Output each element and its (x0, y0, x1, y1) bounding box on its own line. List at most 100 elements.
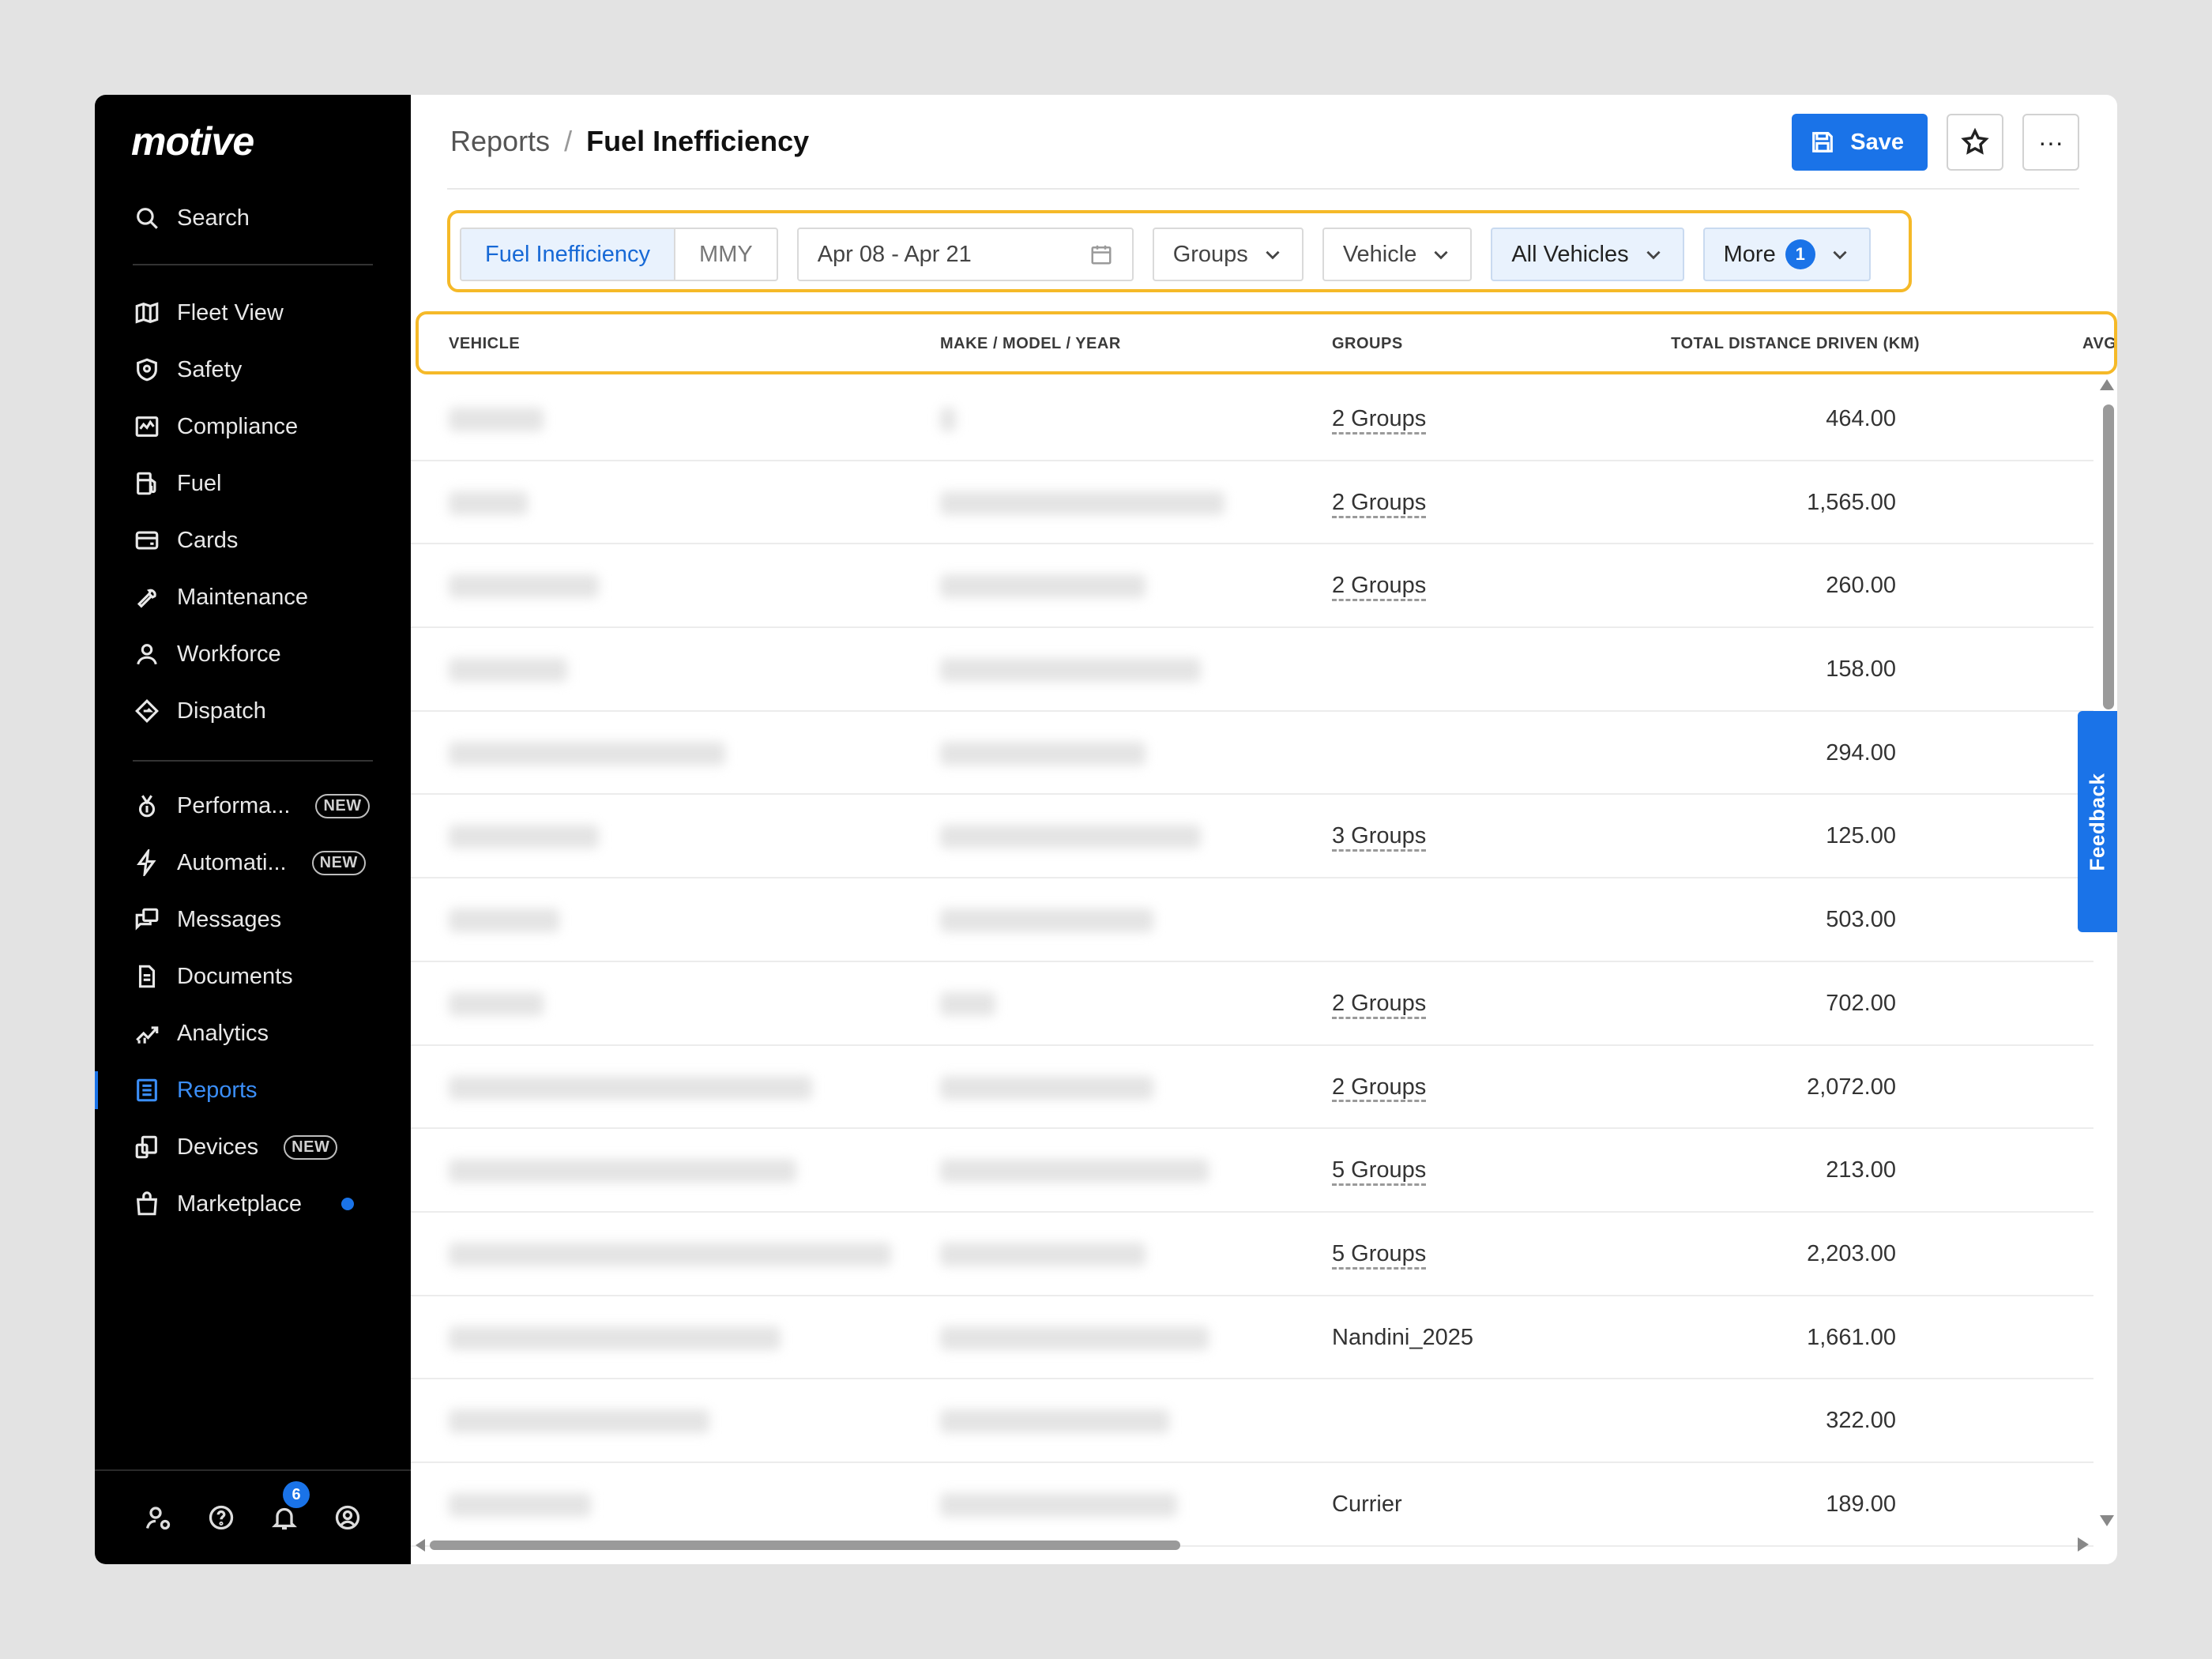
more-options-button[interactable]: ··· (2022, 114, 2079, 171)
tab-fuel-inefficiency[interactable]: Fuel Inefficiency (461, 229, 676, 280)
sidebar-item-documents[interactable]: Documents (95, 948, 411, 1005)
table-row[interactable]: 2 Groups 464.00 (411, 378, 2094, 461)
search-icon (133, 204, 161, 232)
redacted-make-model-year (940, 658, 1201, 683)
table-row[interactable]: 294.00 (411, 712, 2094, 796)
date-range-value: Apr 08 - Apr 21 (817, 241, 972, 267)
distance-cell: 158.00 (1826, 656, 1896, 683)
sidebar-item-automations[interactable]: Automati... NEW (95, 834, 411, 891)
groups-dropdown[interactable]: Groups (1152, 228, 1304, 281)
vehicle-dropdown[interactable]: Vehicle (1322, 228, 1473, 281)
account-icon[interactable] (332, 1502, 363, 1533)
table-row[interactable]: 2 Groups 1,565.00 (411, 461, 2094, 545)
sidebar-item-marketplace[interactable]: Marketplace (95, 1176, 411, 1232)
sidebar-item-compliance[interactable]: Compliance (95, 398, 411, 455)
sidebar-item-label: Performa... (177, 792, 291, 818)
sidebar-item-maintenance[interactable]: Maintenance (95, 569, 411, 626)
table-row[interactable]: 2 Groups 260.00 (411, 544, 2094, 629)
groups-dropdown-label: Groups (1172, 241, 1248, 267)
groups-cell[interactable]: 2 Groups (1332, 573, 1426, 599)
more-filters-dropdown[interactable]: More 1 (1702, 228, 1871, 281)
column-header-total-distance[interactable]: TOTAL DISTANCE DRIVEN (KM) (1671, 335, 1920, 353)
bell-icon[interactable]: 6 (269, 1481, 310, 1533)
save-button-label: Save (1850, 129, 1904, 155)
sidebar-item-dispatch[interactable]: Dispatch (95, 683, 411, 739)
column-header-avg-fuel-economy[interactable]: AVG FUEL ECO (2082, 335, 2114, 353)
chevron-down-icon (1646, 250, 1661, 260)
app-window: motive Search Fleet View Safety Complian… (95, 95, 2117, 1564)
redacted-make-model-year (940, 408, 956, 431)
vertical-scrollbar[interactable] (2103, 404, 2114, 709)
sidebar-divider (133, 264, 373, 265)
sidebar-item-reports[interactable]: Reports (95, 1062, 411, 1119)
tab-mmy[interactable]: MMY (675, 229, 777, 280)
table-header: VEHICLE MAKE / MODEL / YEAR GROUPS TOTAL… (411, 318, 2117, 371)
table-body: 2 Groups 464.00 2 Groups 1,565.00 2 Groups 26… (411, 378, 2094, 1547)
scroll-left-arrow[interactable] (416, 1539, 425, 1552)
groups-cell[interactable]: 2 Groups (1332, 406, 1426, 432)
groups-cell[interactable]: 2 Groups (1332, 490, 1426, 516)
all-vehicles-dropdown[interactable]: All Vehicles (1491, 228, 1684, 281)
redacted-make-model-year (940, 908, 1153, 933)
user-settings-icon[interactable] (142, 1502, 174, 1533)
help-icon[interactable] (205, 1502, 237, 1533)
person-icon (133, 640, 161, 668)
sidebar-item-workforce[interactable]: Workforce (95, 626, 411, 683)
groups-cell[interactable]: 2 Groups (1332, 1074, 1426, 1100)
table-row[interactable]: 503.00 (411, 878, 2094, 962)
table-row[interactable]: 322.00 (411, 1379, 2094, 1463)
table-row[interactable]: 2 Groups 702.00 (411, 962, 2094, 1046)
redacted-make-model-year (940, 1159, 1209, 1183)
table-row[interactable]: Currier 189.00 (411, 1463, 2094, 1547)
column-header-groups[interactable]: GROUPS (1332, 335, 1403, 353)
scroll-right-arrow[interactable] (2078, 1537, 2089, 1552)
column-header-make-model-year[interactable]: MAKE / MODEL / YEAR (940, 335, 1121, 353)
date-range-picker[interactable]: Apr 08 - Apr 21 (796, 228, 1134, 281)
save-button[interactable]: Save (1792, 114, 1928, 171)
sidebar-item-devices[interactable]: Devices NEW (95, 1119, 411, 1176)
table-row[interactable]: 2 Groups 2,072.00 (411, 1046, 2094, 1130)
scroll-down-arrow[interactable] (2100, 1515, 2114, 1526)
groups-cell[interactable]: Currier (1332, 1492, 1402, 1518)
compliance-icon (133, 412, 161, 441)
groups-cell[interactable]: Nandini_2025 (1332, 1325, 1473, 1351)
sidebar-item-fuel[interactable]: Fuel (95, 455, 411, 512)
groups-cell[interactable]: 2 Groups (1332, 991, 1426, 1017)
star-icon (1961, 127, 1989, 155)
table-row[interactable]: 3 Groups 125.00 (411, 795, 2094, 879)
feedback-tab[interactable]: Feedback (2078, 711, 2117, 932)
column-header-avg-fuel-economy-label: AVG FUEL ECO (2082, 335, 2114, 352)
table-row[interactable]: Nandini_2025 1,661.00 (411, 1296, 2094, 1380)
sidebar-item-label: Devices (177, 1134, 259, 1160)
bag-icon (133, 1190, 161, 1218)
table-row[interactable]: 5 Groups 2,203.00 (411, 1213, 2094, 1296)
column-header-vehicle[interactable]: VEHICLE (449, 335, 520, 353)
sidebar-item-fleet-view[interactable]: Fleet View (95, 284, 411, 341)
new-badge: NEW (284, 1134, 338, 1160)
scroll-up-arrow[interactable] (2100, 379, 2114, 390)
chevron-down-icon (1833, 250, 1847, 260)
new-badge: NEW (311, 850, 366, 875)
table-row[interactable]: 5 Groups 213.00 (411, 1129, 2094, 1213)
table-row[interactable]: 158.00 (411, 628, 2094, 712)
groups-cell[interactable]: 3 Groups (1332, 823, 1426, 849)
sidebar-item-analytics[interactable]: Analytics (95, 1005, 411, 1062)
breadcrumb-parent-link[interactable]: Reports (450, 125, 550, 158)
dispatch-icon (133, 697, 161, 725)
chevron-down-icon (1266, 250, 1280, 260)
sidebar-item-label: Documents (177, 963, 293, 989)
sidebar-item-cards[interactable]: Cards (95, 512, 411, 569)
redacted-vehicle-name (449, 1326, 781, 1350)
sidebar-search-label: Search (177, 205, 250, 231)
groups-cell[interactable]: 5 Groups (1332, 1241, 1426, 1267)
favorite-button[interactable] (1947, 114, 2003, 171)
sidebar-item-performance[interactable]: Performa... NEW (95, 777, 411, 834)
groups-cell[interactable]: 5 Groups (1332, 1157, 1426, 1183)
sidebar-item-messages[interactable]: Messages (95, 891, 411, 948)
distance-cell: 464.00 (1826, 406, 1896, 431)
horizontal-scrollbar[interactable] (430, 1540, 1180, 1550)
sidebar-search[interactable]: Search (133, 196, 250, 240)
logo[interactable]: motive (131, 118, 254, 164)
sidebar-item-safety[interactable]: Safety (95, 341, 411, 398)
all-vehicles-label: All Vehicles (1511, 241, 1629, 267)
